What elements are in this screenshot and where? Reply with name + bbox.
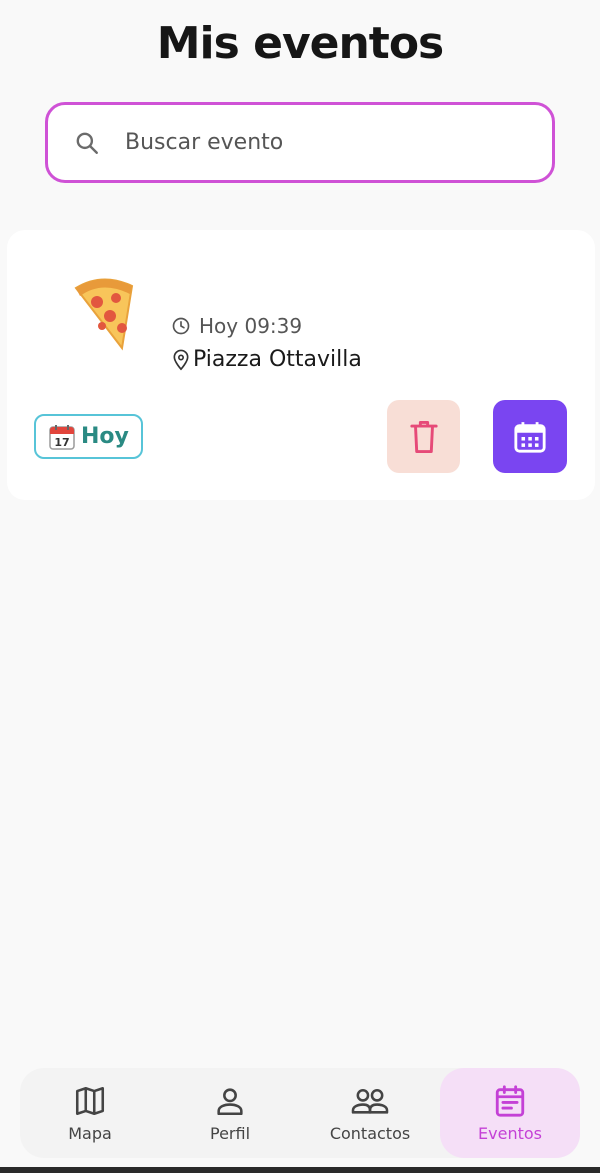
event-card[interactable]: Hoy 09:39 Piazza Ottavilla 17 Hoy	[7, 230, 595, 500]
search-field[interactable]: Buscar evento	[45, 102, 555, 183]
date-chip-label: Hoy	[81, 424, 129, 449]
search-icon	[72, 128, 102, 158]
svg-text:17: 17	[54, 436, 69, 449]
calendar-emoji-icon: 17	[49, 424, 75, 450]
person-icon	[217, 1087, 243, 1115]
delete-event-button[interactable]	[387, 400, 460, 473]
event-time-text: Hoy 09:39	[199, 314, 303, 338]
nav-label-eventos: Eventos	[478, 1123, 542, 1143]
map-icon	[75, 1086, 105, 1115]
location-pin-icon	[173, 349, 189, 370]
nav-label-contactos: Contactos	[329, 1123, 411, 1143]
bottom-navigation: Mapa Perfil Contactos Eventos	[20, 1068, 580, 1158]
calendar-icon	[514, 421, 546, 453]
nav-label-perfil: Perfil	[209, 1123, 251, 1143]
event-time: Hoy 09:39	[171, 314, 302, 338]
nav-item-contactos[interactable]: Contactos	[300, 1068, 440, 1158]
nav-item-eventos[interactable]: Eventos	[440, 1068, 580, 1158]
group-icon	[351, 1088, 389, 1114]
event-place-text: Piazza Ottavilla	[193, 347, 362, 372]
date-chip: 17 Hoy	[34, 414, 143, 459]
events-screen: Mis eventos Buscar evento Hoy 09:39 Piaz…	[0, 0, 600, 1173]
search-placeholder: Buscar evento	[125, 130, 284, 155]
event-note-icon	[495, 1084, 525, 1117]
nav-item-mapa[interactable]: Mapa	[20, 1068, 160, 1158]
system-bottom-bar	[0, 1167, 600, 1173]
nav-label-mapa: Mapa	[68, 1123, 112, 1143]
add-to-calendar-button[interactable]	[493, 400, 567, 473]
page-title: Mis eventos	[156, 18, 445, 69]
trash-icon	[409, 420, 438, 453]
pizza-icon	[65, 274, 145, 354]
event-place: Piazza Ottavilla	[171, 347, 362, 372]
nav-item-perfil[interactable]: Perfil	[160, 1068, 300, 1158]
clock-icon	[172, 317, 190, 335]
